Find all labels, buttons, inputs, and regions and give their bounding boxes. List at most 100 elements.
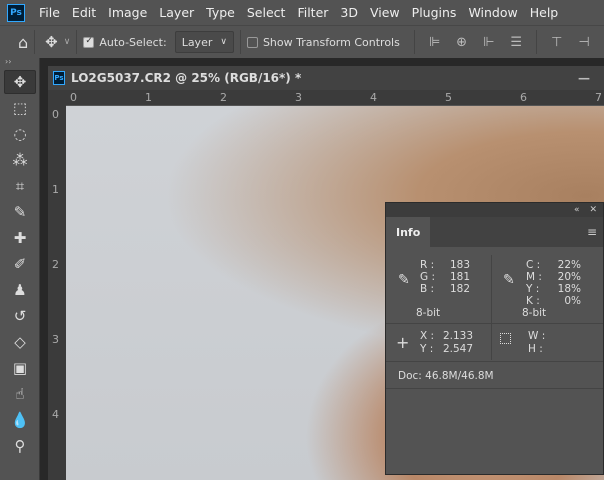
- align-top-icon[interactable]: ⊤: [551, 35, 562, 50]
- ruler-label: 6: [520, 91, 527, 104]
- document-tab[interactable]: Ps LO2G5037.CR2 @ 25% (RGB/16*) * —: [48, 66, 604, 90]
- show-transform-checkbox[interactable]: [246, 36, 258, 48]
- rgb-label: B :: [420, 283, 435, 295]
- eyedropper-icon: ✎: [398, 272, 410, 288]
- menu-help[interactable]: Help: [524, 5, 565, 20]
- cmyk-bit-depth: 8-bit: [522, 307, 547, 319]
- x-label: X :: [420, 330, 435, 342]
- ruler-label: 2: [52, 258, 59, 271]
- ruler-corner: [48, 90, 66, 106]
- home-icon[interactable]: ⌂: [18, 33, 28, 52]
- menu-layer[interactable]: Layer: [153, 5, 200, 20]
- ruler-label: 5: [445, 91, 452, 104]
- menu-view[interactable]: View: [364, 5, 406, 20]
- smudge-tool[interactable]: ☝: [4, 382, 36, 406]
- ruler-label: 2: [220, 91, 227, 104]
- photoshop-logo: Ps: [7, 3, 25, 22]
- blur-tool[interactable]: 💧: [4, 408, 36, 432]
- menu-plugins[interactable]: Plugins: [406, 5, 463, 20]
- align-left-icon[interactable]: ⊫: [429, 35, 440, 50]
- eyedropper-tool[interactable]: ✎: [4, 200, 36, 224]
- y-value: 2.547: [442, 343, 473, 355]
- document-title: LO2G5037.CR2 @ 25% (RGB/16*) *: [71, 71, 302, 85]
- b-value: 182: [449, 283, 470, 295]
- ruler-label: 3: [295, 91, 302, 104]
- rgb-label: R :: [420, 259, 435, 271]
- lasso-tool[interactable]: ◌: [4, 122, 36, 146]
- info-panel: « ✕ Info ≡ ✎ R : G : B : 183 181 182 8-bi…: [385, 202, 604, 475]
- layer-select-value: Layer: [181, 35, 213, 49]
- cmyk-label: Y :: [526, 283, 540, 295]
- c-value: 22%: [557, 259, 581, 271]
- brush-tool[interactable]: ✐: [4, 252, 36, 276]
- g-value: 181: [449, 271, 470, 283]
- minimize-button[interactable]: —: [578, 71, 590, 85]
- options-bar: ⌂ ✥ ∨ Auto-Select: Layer ∨ Show Transform…: [0, 25, 604, 58]
- crop-tool[interactable]: ⌗: [4, 174, 36, 198]
- move-tool[interactable]: ✥: [4, 70, 36, 94]
- ruler-label: 4: [52, 408, 59, 421]
- menu-window[interactable]: Window: [462, 5, 523, 20]
- ruler-label: 7: [595, 91, 602, 104]
- menu-file[interactable]: File: [33, 5, 66, 20]
- cmyk-label: M :: [526, 271, 542, 283]
- x-value: 2.133: [442, 330, 473, 342]
- toolbar: ›› ✥ ⬚ ◌ ⁂ ⌗ ✎ ✚ ✐ ♟ ↺ ◇ ▣ ☝ 💧 ⚲: [0, 58, 40, 480]
- menu-3d[interactable]: 3D: [334, 5, 364, 20]
- menu-select[interactable]: Select: [241, 5, 292, 20]
- eraser-tool[interactable]: ◇: [4, 330, 36, 354]
- y-value: 18%: [557, 283, 581, 295]
- m-value: 20%: [557, 271, 581, 283]
- ruler-label: 0: [52, 108, 59, 121]
- vertical-ruler: 0 1 2 3 4: [48, 106, 66, 480]
- menu-edit[interactable]: Edit: [66, 5, 102, 20]
- stamp-tool[interactable]: ♟: [4, 278, 36, 302]
- auto-select-label: Auto-Select:: [99, 35, 167, 49]
- tab-info[interactable]: Info: [386, 217, 431, 247]
- show-transform-label: Show Transform Controls: [262, 35, 400, 49]
- quick-select-tool[interactable]: ⁂: [4, 148, 36, 172]
- align-middle-icon[interactable]: ⊣: [578, 35, 589, 50]
- align-center-icon[interactable]: ⊕: [456, 35, 467, 50]
- w-label: W :: [528, 330, 546, 342]
- eyedropper-icon: ✎: [503, 272, 515, 288]
- h-label: H :: [528, 343, 543, 355]
- distribute-icon[interactable]: ☰: [510, 35, 522, 50]
- menu-filter[interactable]: Filter: [291, 5, 334, 20]
- selection-size-icon: [500, 333, 511, 344]
- history-brush-tool[interactable]: ↺: [4, 304, 36, 328]
- rgb-bit-depth: 8-bit: [416, 307, 441, 319]
- horizontal-ruler: 0 1 2 3 4 5 6 7: [66, 90, 604, 106]
- align-right-icon[interactable]: ⊩: [483, 35, 494, 50]
- healing-tool[interactable]: ✚: [4, 226, 36, 250]
- auto-select-checkbox[interactable]: [83, 36, 95, 48]
- ruler-label: 3: [52, 333, 59, 346]
- y-label: Y :: [420, 343, 434, 355]
- menu-image[interactable]: Image: [102, 5, 153, 20]
- cmyk-label: K :: [526, 295, 540, 307]
- doc-size: Doc: 46.8M/46.8M: [398, 370, 494, 382]
- ruler-label: 1: [52, 183, 59, 196]
- r-value: 183: [449, 259, 470, 271]
- crosshair-icon: +: [396, 333, 410, 352]
- cmyk-label: C :: [526, 259, 541, 271]
- menu-type[interactable]: Type: [200, 5, 241, 20]
- panel-menu-icon[interactable]: ≡: [587, 217, 603, 247]
- chevron-down-icon: ∨: [220, 37, 227, 47]
- ruler-label: 0: [70, 91, 77, 104]
- collapse-icon[interactable]: «: [574, 205, 580, 215]
- dodge-tool[interactable]: ⚲: [4, 434, 36, 458]
- k-value: 0%: [564, 295, 581, 307]
- close-icon[interactable]: ✕: [589, 205, 597, 215]
- move-tool-icon[interactable]: ✥: [45, 33, 58, 51]
- ps-file-icon: Ps: [53, 71, 65, 85]
- layer-select[interactable]: Layer ∨: [174, 31, 234, 53]
- ruler-label: 4: [370, 91, 377, 104]
- chevron-down-icon[interactable]: ∨: [64, 37, 71, 47]
- ruler-label: 1: [145, 91, 152, 104]
- marquee-tool[interactable]: ⬚: [4, 96, 36, 120]
- gradient-tool[interactable]: ▣: [4, 356, 36, 380]
- expand-icon[interactable]: ››: [0, 58, 39, 68]
- menu-bar: Ps File Edit Image Layer Type Select Fil…: [0, 0, 604, 25]
- rgb-label: G :: [420, 271, 436, 283]
